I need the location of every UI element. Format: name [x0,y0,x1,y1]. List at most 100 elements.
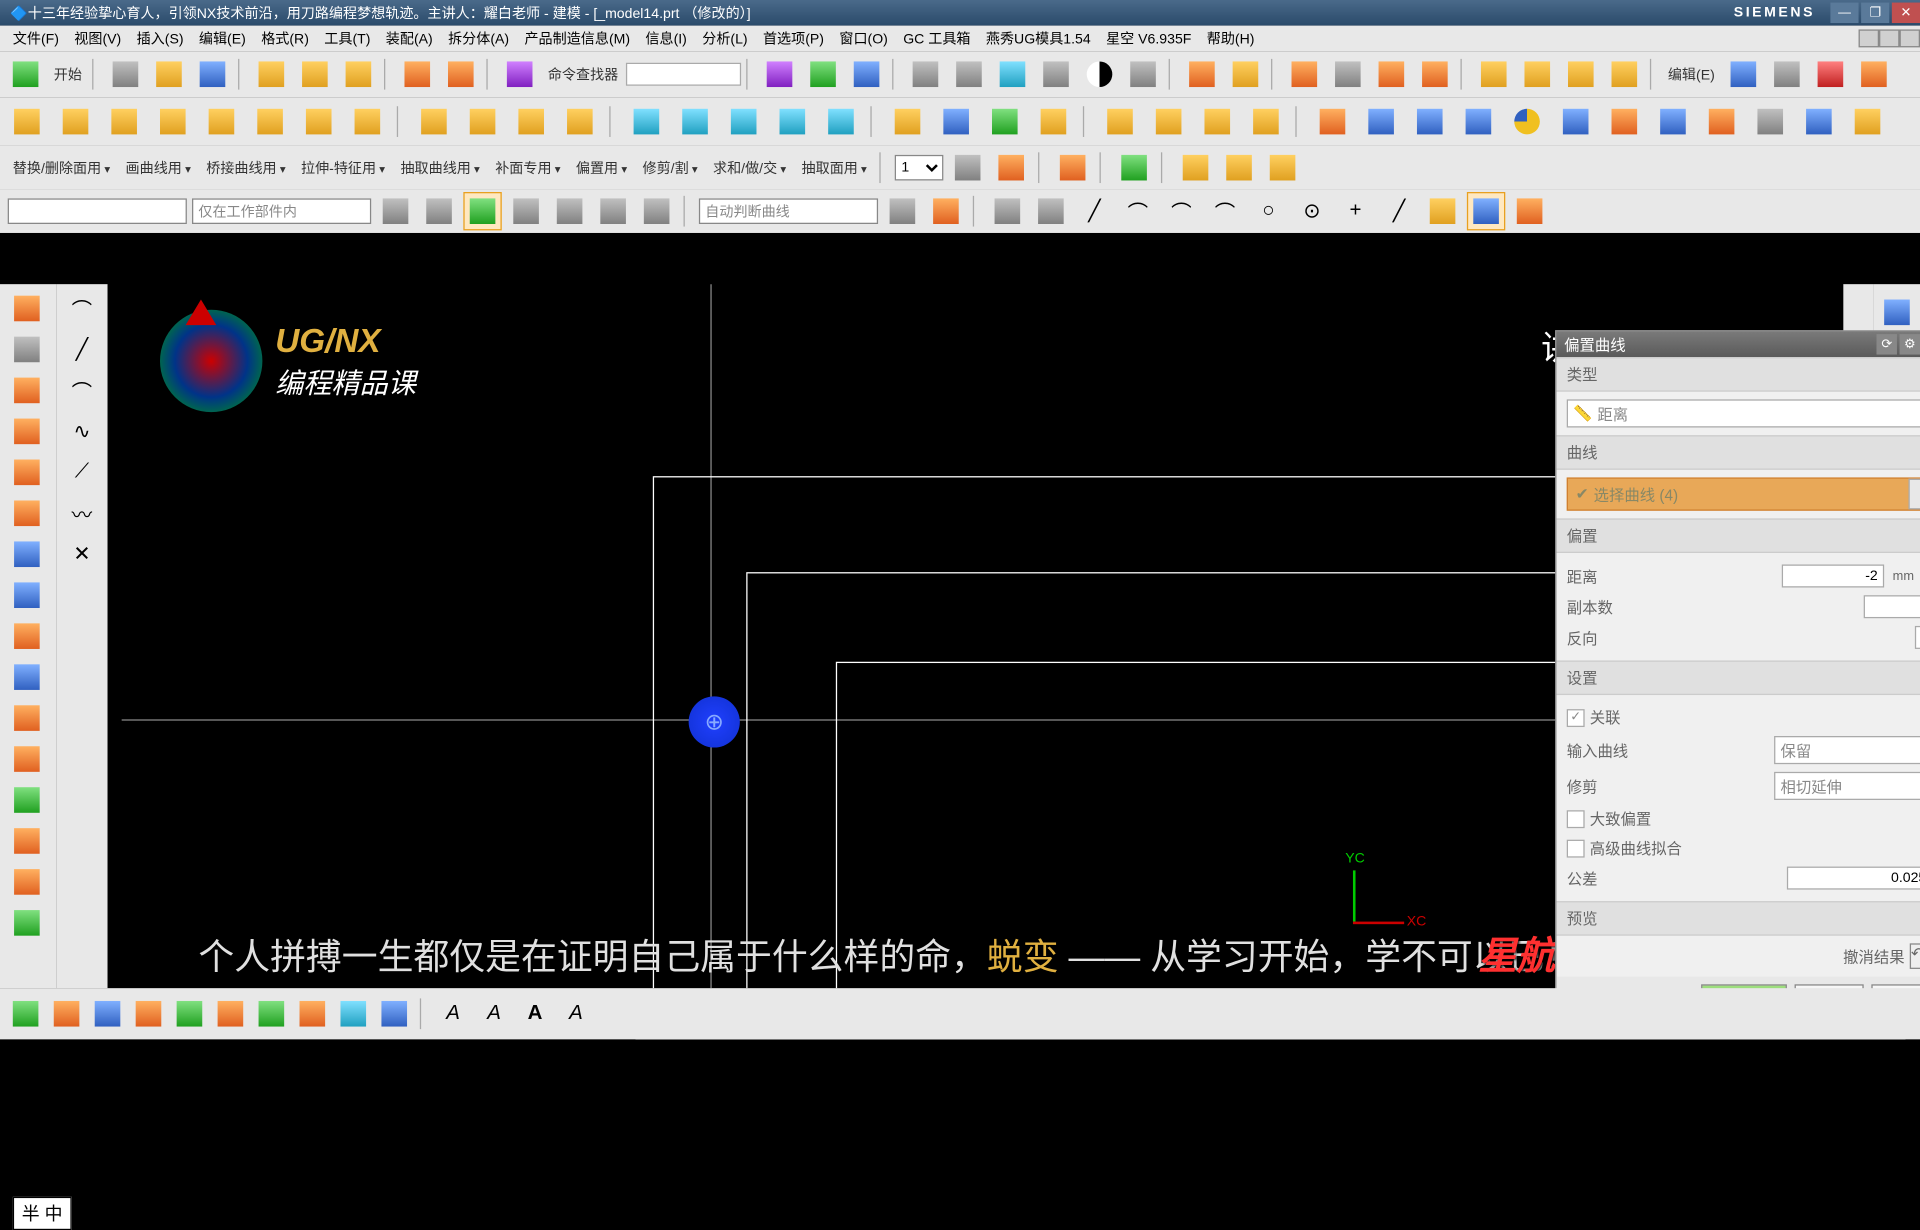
feature-icon[interactable] [346,100,390,144]
box-c[interactable] [1560,54,1601,95]
save-button[interactable] [192,54,233,95]
side-tool[interactable] [3,412,52,450]
side-tool[interactable] [3,904,52,942]
tb3-item[interactable]: 抽取曲线用 [395,157,485,177]
feature-icon[interactable] [625,100,669,144]
feature-icon[interactable] [1098,100,1142,144]
ruler-icon[interactable] [1220,148,1258,186]
dialog-reset-button[interactable]: ⚙ [1900,334,1920,354]
bottom-tool[interactable] [172,996,208,1032]
side-tool[interactable] [3,781,52,819]
sel-tool[interactable] [594,192,632,230]
menu-help[interactable]: 帮助(H) [1199,28,1262,48]
tool-k[interactable] [1327,54,1368,95]
circle-icon[interactable]: ○ [1249,192,1287,230]
tool-g[interactable] [846,54,887,95]
align-icon[interactable] [1651,100,1695,144]
book-button[interactable] [1284,54,1325,95]
tb3-item[interactable]: 画曲线用 [120,157,196,177]
feature-icon[interactable] [771,100,815,144]
filter-dropdown-1[interactable] [8,198,187,224]
align-icon[interactable] [1700,100,1744,144]
feature-icon[interactable] [461,100,505,144]
align-icon[interactable] [1797,100,1841,144]
feature-icon[interactable] [102,100,146,144]
curve-tool[interactable]: 〰 [59,494,105,532]
menu-prefs[interactable]: 首选项(P) [755,28,831,48]
tb3-item[interactable]: 求和/做/交 [708,157,791,177]
trim-combo[interactable]: 相切延伸 [1774,772,1920,800]
feature-icon[interactable] [412,100,456,144]
dialog-pin-button[interactable]: ⟳ [1876,334,1896,354]
wireframe-button[interactable] [1123,54,1164,95]
bottom-tool[interactable] [131,996,167,1032]
assoc-checkbox[interactable]: ✓ [1567,708,1585,726]
side-tool[interactable] [3,740,52,778]
side-tool[interactable] [3,494,52,532]
cmd-finder-input[interactable] [626,63,741,86]
menu-gctoolbox[interactable]: GC 工具箱 [896,28,979,48]
side-tool[interactable] [3,453,52,491]
pie-icon[interactable] [1505,100,1549,144]
sel-tool[interactable] [927,192,965,230]
list-icon[interactable] [949,148,987,186]
curve-tool[interactable]: ✕ [59,535,105,573]
bottom-tool[interactable] [335,996,371,1032]
side-tool[interactable] [3,330,52,368]
filter-dropdown-2[interactable]: 仅在工作部件内 [192,198,371,224]
tool-n[interactable] [1722,54,1763,95]
bottom-tool[interactable] [376,996,412,1032]
side-tool[interactable] [3,658,52,696]
tool-o[interactable] [1766,54,1807,95]
sel-tool-active[interactable] [463,192,501,230]
menu-format[interactable]: 格式(R) [254,28,317,48]
dialog-title-bar[interactable]: 偏置曲线 ⟳ ⚙ ✕ [1556,332,1920,358]
feature-icon[interactable] [819,100,863,144]
side-tool[interactable] [3,535,52,573]
menu-edit[interactable]: 编辑(E) [191,28,253,48]
sel-tool[interactable] [376,192,414,230]
book-icon[interactable] [3,576,52,614]
align-icon[interactable] [1748,100,1792,144]
curve-rule-dropdown[interactable]: 自动判断曲线 [699,198,878,224]
snap-icon[interactable] [1359,100,1403,144]
align-icon[interactable] [1554,100,1598,144]
undo-result-button[interactable]: ↶ [1910,943,1920,969]
bottom-tool[interactable] [294,996,330,1032]
tb3-item[interactable]: 替换/删除面用 [8,157,116,177]
side-tool[interactable] [3,289,52,327]
menu-assembly[interactable]: 装配(A) [378,28,440,48]
section-preview[interactable]: 预览ᐱ [1556,901,1920,936]
box-d[interactable] [1604,54,1645,95]
plus-icon[interactable]: + [1336,192,1374,230]
menu-file[interactable]: 文件(F) [5,28,66,48]
arc-icon[interactable]: ⌒ [1206,192,1244,230]
tool-j[interactable] [1181,54,1222,95]
open-button[interactable] [148,54,189,95]
sel-tool[interactable] [637,192,675,230]
feature-icon[interactable] [558,100,602,144]
align-icon[interactable] [1457,100,1501,144]
pattern-icon[interactable] [1311,100,1355,144]
copies-input[interactable] [1864,595,1920,618]
sel-tool[interactable] [550,192,588,230]
tool-f[interactable] [803,54,844,95]
curve-tool[interactable]: ⌒ [59,371,105,409]
select-curve-button[interactable] [1908,479,1920,510]
section-offset[interactable]: 偏置ᐱ [1556,518,1920,553]
shade-button[interactable] [1036,54,1077,95]
undo-button[interactable] [397,54,438,95]
tool-d[interactable] [499,54,540,95]
feature-icon[interactable] [509,100,553,144]
feature-icon[interactable] [673,100,717,144]
menu-yanshow[interactable]: 燕秀UG模具1.54 [978,28,1098,48]
start-button[interactable] [5,54,46,95]
feature-icon[interactable] [151,100,195,144]
tb3-item[interactable]: 补面专用 [490,157,566,177]
tool-m[interactable] [1414,54,1455,95]
window-tile-button[interactable] [905,54,946,95]
line-icon[interactable]: ╱ [1380,192,1418,230]
doc-max-button[interactable] [1879,29,1899,47]
tool-h[interactable] [948,54,989,95]
curve-select-row[interactable]: ✔ 选择曲线 (4) [1567,477,1920,510]
